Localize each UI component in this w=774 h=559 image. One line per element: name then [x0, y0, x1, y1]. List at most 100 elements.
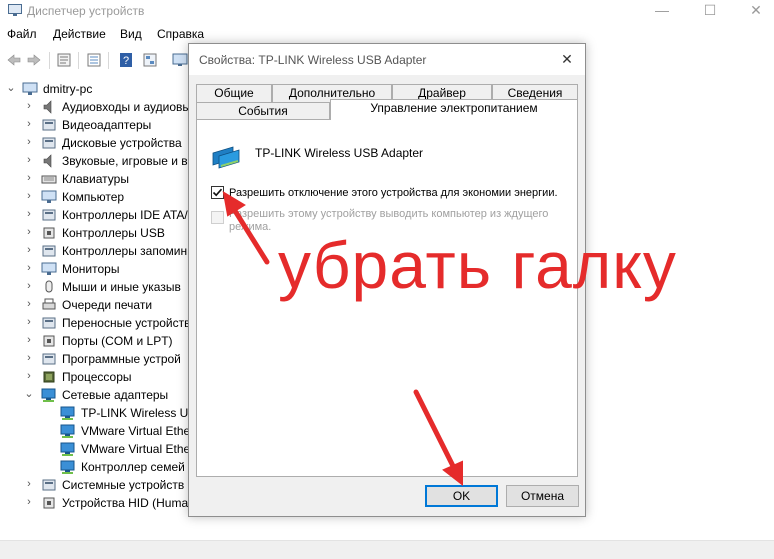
tree-item[interactable]: ⌄ Сетевые адаптеры [0, 386, 189, 404]
tree-item[interactable]: › Мониторы [0, 260, 189, 278]
root-computer-icon [22, 82, 38, 95]
tree-item-label: Контроллеры IDE ATA/ [62, 208, 188, 222]
tree-item[interactable]: › Порты (COM и LPT) [0, 332, 189, 350]
tree-item-label: Компьютер [62, 190, 125, 204]
allow-power-off-label: Разрешить отключение этого устройства дл… [229, 187, 558, 199]
tab-events[interactable]: События [196, 102, 330, 120]
chevron-right-icon[interactable]: › [24, 244, 34, 256]
chevron-right-icon[interactable]: › [24, 478, 34, 490]
allow-wake-checkbox[interactable] [211, 211, 224, 224]
tree-item-label: Звуковые, игровые и в [62, 154, 188, 168]
chevron-right-icon[interactable]: › [24, 136, 34, 148]
back-icon[interactable] [6, 52, 22, 68]
tree-item[interactable]: › Программные устрой [0, 350, 189, 368]
chevron-right-icon[interactable]: › [24, 280, 34, 292]
properties-icon[interactable] [56, 52, 72, 68]
tree-child-item[interactable]: VMware Virtual Ethe [0, 440, 189, 458]
tree-item-label: Порты (COM и LPT) [62, 334, 173, 348]
help-icon[interactable]: ? [118, 52, 134, 68]
network-adapter-icon [60, 424, 75, 438]
chevron-right-icon[interactable]: › [24, 226, 34, 238]
hid-icon [43, 497, 55, 509]
checkmark-icon [212, 188, 223, 197]
keyboard-icon [41, 175, 57, 184]
display-adapter-icon [42, 119, 56, 131]
minimize-button[interactable]: — [640, 0, 684, 22]
monitor-icon[interactable] [172, 52, 188, 68]
tree-item[interactable]: › Контроллеры USB [0, 224, 189, 242]
menu-action[interactable]: Действие [53, 27, 106, 41]
chevron-right-icon[interactable]: › [24, 352, 34, 364]
chevron-down-icon[interactable]: ⌄ [24, 388, 34, 400]
tree-child-item[interactable]: VMware Virtual Ethe [0, 422, 189, 440]
system-icon [42, 479, 56, 491]
tree-item[interactable]: › Очереди печати [0, 296, 189, 314]
maximize-button[interactable]: ☐ [688, 0, 732, 22]
tab-power-management[interactable]: Управление электропитанием [330, 99, 578, 120]
storage-icon [42, 245, 56, 257]
chevron-right-icon[interactable]: › [24, 316, 34, 328]
ok-button[interactable]: OK [425, 485, 498, 507]
tree-item[interactable]: › Дисковые устройства [0, 134, 189, 152]
cpu-icon [43, 371, 55, 383]
tree-item-label: TP-LINK Wireless USB [81, 406, 189, 420]
device-manager-icon [8, 4, 22, 16]
tree-item-label: Очереди печати [62, 298, 153, 312]
tree-item-label: VMware Virtual Ethe [81, 424, 189, 438]
details-icon[interactable] [142, 52, 158, 68]
network-adapter-icon [60, 406, 75, 420]
tree-item[interactable]: › Контроллеры IDE ATA/ [0, 206, 189, 224]
tree-item-label: Сетевые адаптеры [62, 388, 169, 402]
tree-item-label: Мыши и иные указыв [62, 280, 181, 294]
tree-item[interactable]: › Мыши и иные указыв [0, 278, 189, 296]
chevron-right-icon[interactable]: › [24, 118, 34, 130]
tree-item[interactable]: › Клавиатуры [0, 170, 189, 188]
chevron-right-icon[interactable]: › [24, 100, 34, 112]
allow-wake-label-line2: режима. [229, 221, 272, 233]
disk-icon [42, 137, 56, 149]
toolbar-separator [49, 52, 50, 69]
chevron-right-icon[interactable]: › [24, 172, 34, 184]
tree-item-label: Видеоадаптеры [62, 118, 152, 132]
status-bar [0, 540, 774, 559]
tree-item[interactable]: › Устройства HID (Huma [0, 494, 189, 512]
tree-item[interactable]: › Процессоры [0, 368, 189, 386]
menu-file[interactable]: Файл [7, 27, 37, 41]
dialog-close-button[interactable]: ✕ [555, 49, 579, 71]
tab-general[interactable]: Общие [196, 84, 272, 102]
chevron-right-icon[interactable]: › [24, 208, 34, 220]
ide-icon [42, 209, 56, 221]
network-icon [41, 388, 56, 402]
list-icon[interactable] [86, 52, 102, 68]
tree-item[interactable]: › Переносные устройств [0, 314, 189, 332]
chevron-right-icon[interactable]: › [24, 370, 34, 382]
chevron-right-icon[interactable]: › [24, 262, 34, 274]
network-adapter-icon [60, 442, 75, 456]
chevron-right-icon[interactable]: › [24, 298, 34, 310]
tree-item[interactable]: › Звуковые, игровые и в [0, 152, 189, 170]
tree-child-item[interactable]: TP-LINK Wireless USB [0, 404, 189, 422]
tree-child-item[interactable]: Контроллер семей [0, 458, 189, 476]
menu-help[interactable]: Справка [157, 27, 204, 41]
chevron-right-icon[interactable]: › [24, 496, 34, 508]
chevron-down-icon[interactable]: ⌄ [6, 82, 16, 94]
network-adapter-icon [60, 460, 75, 474]
forward-icon[interactable] [26, 52, 42, 68]
tree-item-label: Системные устройств [62, 478, 185, 492]
tree-root[interactable]: ⌄ dmitry-pc [0, 80, 189, 98]
allow-power-off-checkbox[interactable] [211, 186, 224, 199]
tree-item[interactable]: › Системные устройств [0, 476, 189, 494]
close-button[interactable]: ✕ [734, 0, 774, 22]
chevron-right-icon[interactable]: › [24, 154, 34, 166]
tree-item[interactable]: › Контроллеры запомин [0, 242, 189, 260]
tree-item-label: Контроллеры USB [62, 226, 165, 240]
chevron-right-icon[interactable]: › [24, 334, 34, 346]
menu-view[interactable]: Вид [120, 27, 142, 41]
tree-item[interactable]: › Компьютер [0, 188, 189, 206]
monitor-icon [41, 262, 57, 275]
chevron-right-icon[interactable]: › [24, 190, 34, 202]
tree-item[interactable]: › Аудиовходы и аудиовы [0, 98, 189, 116]
toolbar-separator [108, 52, 109, 69]
tree-item[interactable]: › Видеоадаптеры [0, 116, 189, 134]
cancel-button[interactable]: Отмена [506, 485, 579, 507]
